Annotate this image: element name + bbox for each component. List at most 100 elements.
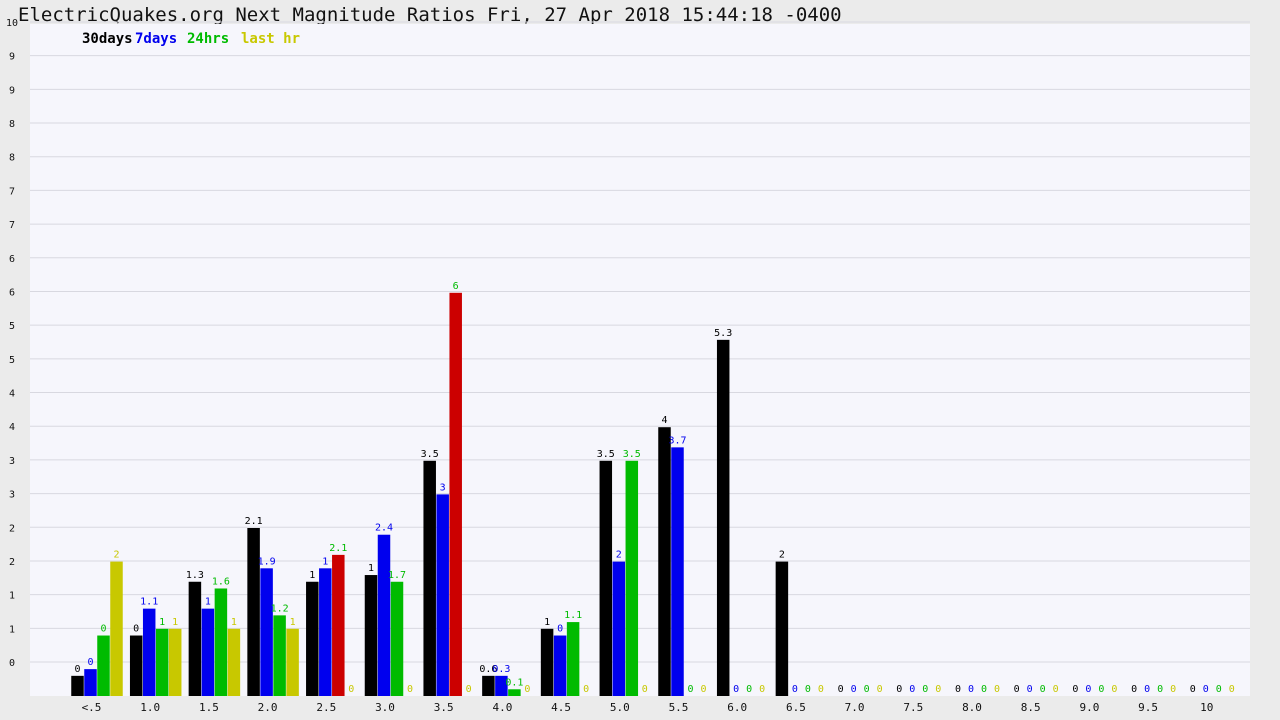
data-label: 0 [792,684,798,695]
x-tick-label: 8.0 [962,701,982,714]
x-tick-label: 3.0 [375,701,395,714]
y-tick-label: 1 [9,624,15,635]
bar [110,561,123,696]
y-tick-label: 9 [9,52,15,63]
data-label: 0 [968,684,974,695]
data-label: 0 [838,684,844,695]
data-label: 2.1 [245,516,263,527]
data-label: 1 [159,617,165,628]
data-label: 0 [805,684,811,695]
data-label: 0 [909,684,915,695]
data-label: 1.2 [271,603,289,614]
legend-item: 24hrs [187,31,229,47]
bar [658,427,671,696]
data-label: 0 [1098,684,1104,695]
x-tick-label: 8.5 [1021,701,1041,714]
data-label: 0 [935,684,941,695]
data-label: 0 [557,624,563,635]
bar [566,622,580,696]
data-label: 6 [453,281,459,292]
bar [599,460,613,696]
data-label: 0 [642,684,648,695]
bar [142,608,156,696]
data-label: 0 [1040,684,1046,695]
legend-item: 7days [135,31,177,47]
bar [84,669,97,696]
x-tick-label: 2.0 [258,701,278,714]
y-tick-label: 4 [9,422,15,433]
bar [188,581,202,696]
x-tick-label: 7.5 [903,701,923,714]
data-label: 1 [231,617,237,628]
x-tick-label: 5.5 [669,701,689,714]
x-tick-label: 1.0 [140,701,160,714]
y-tick-label: 2 [9,523,15,534]
data-label: 1 [544,617,550,628]
x-tick-label: 7.0 [845,701,865,714]
data-label: 0 [1014,684,1020,695]
data-label: 1.9 [258,556,276,567]
bar [227,628,241,696]
x-tick-label: <.5 [82,701,102,714]
magnitude-ratio-chart: 01122334455667788991030days 7days 24hrs las… [6,18,1250,714]
bar [306,581,319,696]
data-label: 1 [322,556,328,567]
data-label: 0 [1131,684,1137,695]
y-tick-label: 2 [9,557,15,568]
data-label: 0 [1111,684,1117,695]
legend-item: last hr [241,31,300,47]
x-tick-label: 2.5 [316,701,336,714]
bar [247,528,260,696]
x-tick-label: 6.5 [786,701,806,714]
legend-item: 30days [82,31,133,47]
data-label: 0 [1190,684,1196,695]
x-tick-label: 3.5 [434,701,454,714]
bar [168,628,182,696]
data-label: 0 [1085,684,1091,695]
data-label: 0 [700,684,706,695]
data-label: 0 [1027,684,1033,695]
bar [155,628,169,696]
y-tick-label: 7 [9,186,15,197]
data-label: 0 [583,684,589,695]
y-tick-label: 3 [9,490,15,501]
y-tick-label: 5 [9,355,15,366]
x-tick-label: 10 [1200,701,1213,714]
x-tick-label: 4.0 [492,701,512,714]
data-label: 0 [1144,684,1150,695]
y-tick-label: 3 [9,456,15,467]
x-tick-label: 1.5 [199,701,219,714]
bar [775,561,789,696]
y-tick-label: 6 [9,254,15,265]
bar [71,675,84,696]
bar [273,615,286,696]
x-tick-label: 5.0 [610,701,630,714]
data-label: 0 [746,684,752,695]
bar [286,628,299,696]
data-label: 0 [87,657,93,668]
data-label: 3.5 [597,449,615,460]
data-label: 0 [1203,684,1209,695]
data-label: 0 [74,664,80,675]
data-label: 0 [759,684,765,695]
data-label: 2.4 [375,523,393,534]
data-label: 0 [955,684,961,695]
data-label: 2 [779,550,785,561]
bar [390,581,404,696]
bar [449,292,462,696]
bar [482,675,495,696]
data-label: 1.3 [186,570,204,581]
data-label: 0 [922,684,928,695]
data-label: 0 [1216,684,1222,695]
data-label: 3.5 [623,449,641,460]
bar [97,635,110,696]
bar [612,561,626,696]
data-label: 0 [1229,684,1235,695]
data-label: 0 [687,684,693,695]
bar [436,494,449,696]
data-label: 4 [661,415,667,426]
data-label: 1 [290,617,296,628]
data-label: 3.7 [668,435,686,446]
bar [553,635,567,696]
bar [260,568,273,696]
